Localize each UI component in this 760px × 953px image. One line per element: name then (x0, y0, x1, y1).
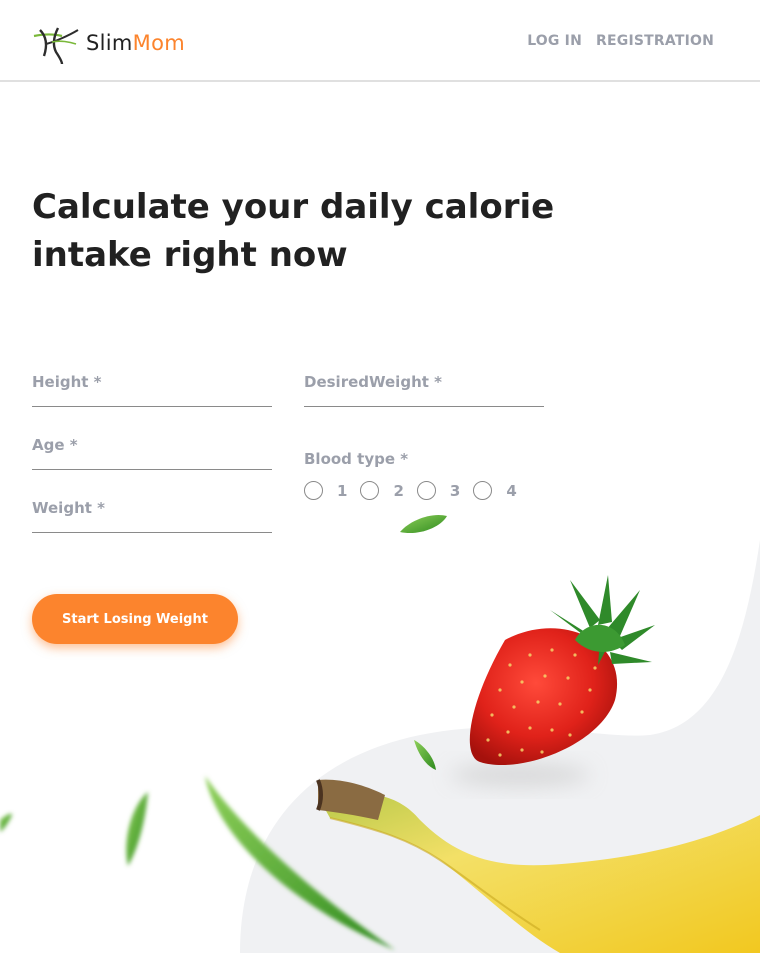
leaf-icon (414, 740, 436, 770)
decorative-background (0, 514, 760, 953)
strawberry-image (469, 575, 655, 766)
radio-label: 2 (393, 481, 404, 500)
login-link[interactable]: LOG IN (527, 33, 582, 49)
age-input[interactable] (32, 432, 272, 469)
blood-type-label: Blood type * (304, 450, 409, 468)
height-field (32, 369, 272, 407)
leaf-icon (0, 813, 12, 832)
blood-type-option-4[interactable]: 4 (473, 481, 517, 500)
logo-text-mom: Mom (132, 31, 185, 55)
radio-circle[interactable] (360, 481, 380, 500)
leaf-icon (126, 792, 148, 866)
radio-label: 4 (506, 481, 517, 500)
start-losing-weight-button[interactable]: Start Losing Weight (32, 594, 238, 644)
radio-circle[interactable] (473, 481, 493, 500)
desired-weight-field (304, 369, 544, 407)
leaf-icon (205, 776, 395, 950)
header-nav: LOG IN REGISTRATION (527, 33, 714, 49)
logo-text-slim: Slim (86, 31, 133, 55)
radio-label: 3 (449, 481, 461, 500)
age-field (32, 432, 272, 470)
desired-weight-input[interactable] (304, 369, 544, 406)
leaf-icon (400, 514, 447, 534)
blood-type-option-2[interactable]: 2 (360, 481, 404, 500)
registration-link[interactable]: REGISTRATION (596, 33, 714, 49)
blood-type-option-1[interactable]: 1 (304, 481, 347, 500)
logo-text: SlimMom (86, 31, 185, 55)
background-shape (240, 540, 760, 953)
radio-circle[interactable] (304, 481, 323, 500)
weight-field (32, 495, 272, 533)
logo-mark-icon (33, 27, 79, 64)
site-header: SlimMom LOG IN REGISTRATION (0, 0, 760, 82)
blood-type-option-3[interactable]: 3 (416, 481, 461, 500)
radio-circle[interactable] (416, 481, 436, 500)
blood-type-radio-group: 1 2 3 4 (304, 481, 530, 500)
page-title: Calculate your daily calorie intake righ… (32, 187, 555, 275)
weight-input[interactable] (32, 495, 272, 532)
radio-label: 1 (337, 481, 348, 500)
logo[interactable]: SlimMom (32, 22, 185, 64)
banana-image (316, 779, 760, 953)
height-input[interactable] (32, 369, 272, 406)
